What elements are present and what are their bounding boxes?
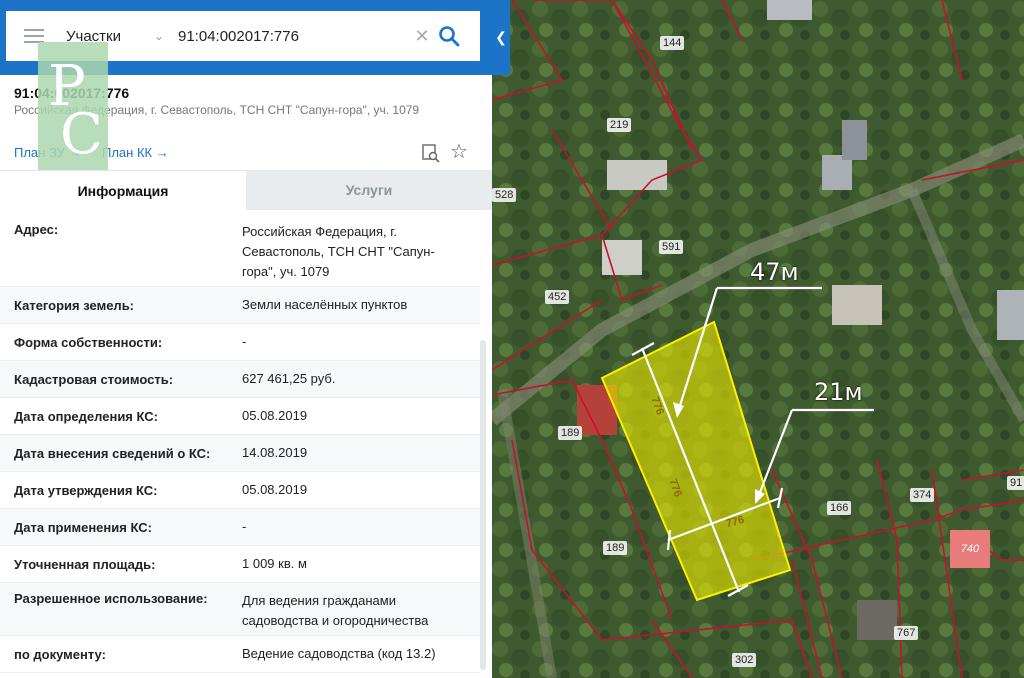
parcel-label: 591 <box>659 240 684 254</box>
row-key: Категория земель: <box>14 297 135 313</box>
search-input[interactable] <box>178 27 408 45</box>
row-value: Российская Федерация, г. Севастополь, ТС… <box>242 224 435 279</box>
parcel-label: 374 <box>910 488 935 502</box>
tab-services[interactable]: Услуги <box>246 170 492 210</box>
info-table: Адрес: Российская Федерация, г. Севастоп… <box>0 210 480 673</box>
info-row-ks-determined: Дата определения КС: 05.08.2019 <box>0 398 480 435</box>
info-panel: Участки ⌄ ✕ 91:04:002017:776 Российская … <box>0 0 492 678</box>
row-value: Ведение садоводства (код 13.2) <box>242 646 436 661</box>
parcel-label: 767 <box>894 626 919 640</box>
chevron-left-icon: ❮ <box>495 29 507 45</box>
logo-watermark: P C <box>38 42 108 170</box>
row-value: 14.08.2019 <box>242 445 308 460</box>
parcel-label: 189 <box>603 541 628 555</box>
row-key: Форма собственности: <box>14 334 163 350</box>
parcel-label: 740 <box>950 530 990 568</box>
row-key: Кадастровая стоимость: <box>14 371 174 387</box>
info-row-land-category: Категория земель: Земли населённых пункт… <box>0 287 480 324</box>
tab-info[interactable]: Информация <box>0 170 246 210</box>
row-value: - <box>242 519 247 534</box>
info-row-area: Уточненная площадь: 1 009 кв. м <box>0 546 480 583</box>
tabs: Информация Услуги <box>0 170 492 210</box>
svg-text:C: C <box>60 102 103 165</box>
row-key: Адрес: <box>14 222 59 237</box>
row-value: Земли населённых пунктов <box>242 297 408 312</box>
info-row-ks-approved: Дата утверждения КС: 05.08.2019 <box>0 472 480 509</box>
parcel-label: 189 <box>558 426 583 440</box>
parcel-label: 144 <box>660 36 685 50</box>
close-icon[interactable]: ✕ <box>412 26 432 47</box>
parcel-label: 452 <box>545 290 570 304</box>
row-key: Разрешенное использование: <box>14 591 208 606</box>
chevron-down-icon[interactable]: ⌄ <box>154 29 168 43</box>
row-key: по документу: <box>14 646 106 662</box>
scrollbar[interactable] <box>480 340 486 670</box>
parcel-label: 302 <box>732 653 757 667</box>
row-value: - <box>242 334 247 349</box>
row-value: 05.08.2019 <box>242 408 308 423</box>
length-measurement: 47м <box>750 258 799 286</box>
map-view[interactable]: 144 219 528 591 452 189 189 166 374 740 … <box>492 0 1024 678</box>
parcel-label: 528 <box>492 188 517 202</box>
info-row-ownership: Форма собственности: - <box>0 324 480 361</box>
row-key: Дата внесения сведений о КС: <box>14 445 211 461</box>
row-value: 627 461,25 руб. <box>242 371 336 386</box>
parcel-label: 166 <box>827 501 852 515</box>
star-icon[interactable]: ☆ <box>450 139 468 164</box>
info-row-address: Адрес: Российская Федерация, г. Севастоп… <box>0 210 480 287</box>
collapse-panel-button[interactable]: ❮ <box>492 0 510 75</box>
row-key: Дата определения КС: <box>14 408 158 424</box>
parcel-label: 219 <box>607 118 632 132</box>
info-row-ks-entered: Дата внесения сведений о КС: 14.08.2019 <box>0 435 480 472</box>
row-key: Уточненная площадь: <box>14 556 156 572</box>
row-key: Дата утверждения КС: <box>14 482 158 498</box>
info-row-document: по документу: Ведение садоводства (код 1… <box>0 636 480 673</box>
menu-icon[interactable] <box>24 29 44 43</box>
row-key: Дата применения КС: <box>14 519 152 535</box>
info-row-permitted-use: Разрешенное использование: Для ведения г… <box>0 583 480 636</box>
row-value: 1 009 кв. м <box>242 556 307 571</box>
locate-icon[interactable] <box>421 143 441 163</box>
info-row-ks-applied: Дата применения КС: - <box>0 509 480 546</box>
plan-kk-link[interactable]: План КК → <box>102 145 169 160</box>
satellite-map <box>492 0 1024 678</box>
row-value: 05.08.2019 <box>242 482 308 497</box>
parcel-label: 91 <box>1007 476 1024 490</box>
row-value: Для ведения гражданами садоводства и ого… <box>242 593 429 628</box>
search-icon[interactable] <box>438 25 460 47</box>
info-row-cadastral-value: Кадастровая стоимость: 627 461,25 руб. <box>0 361 480 398</box>
width-measurement: 21м <box>814 378 863 406</box>
